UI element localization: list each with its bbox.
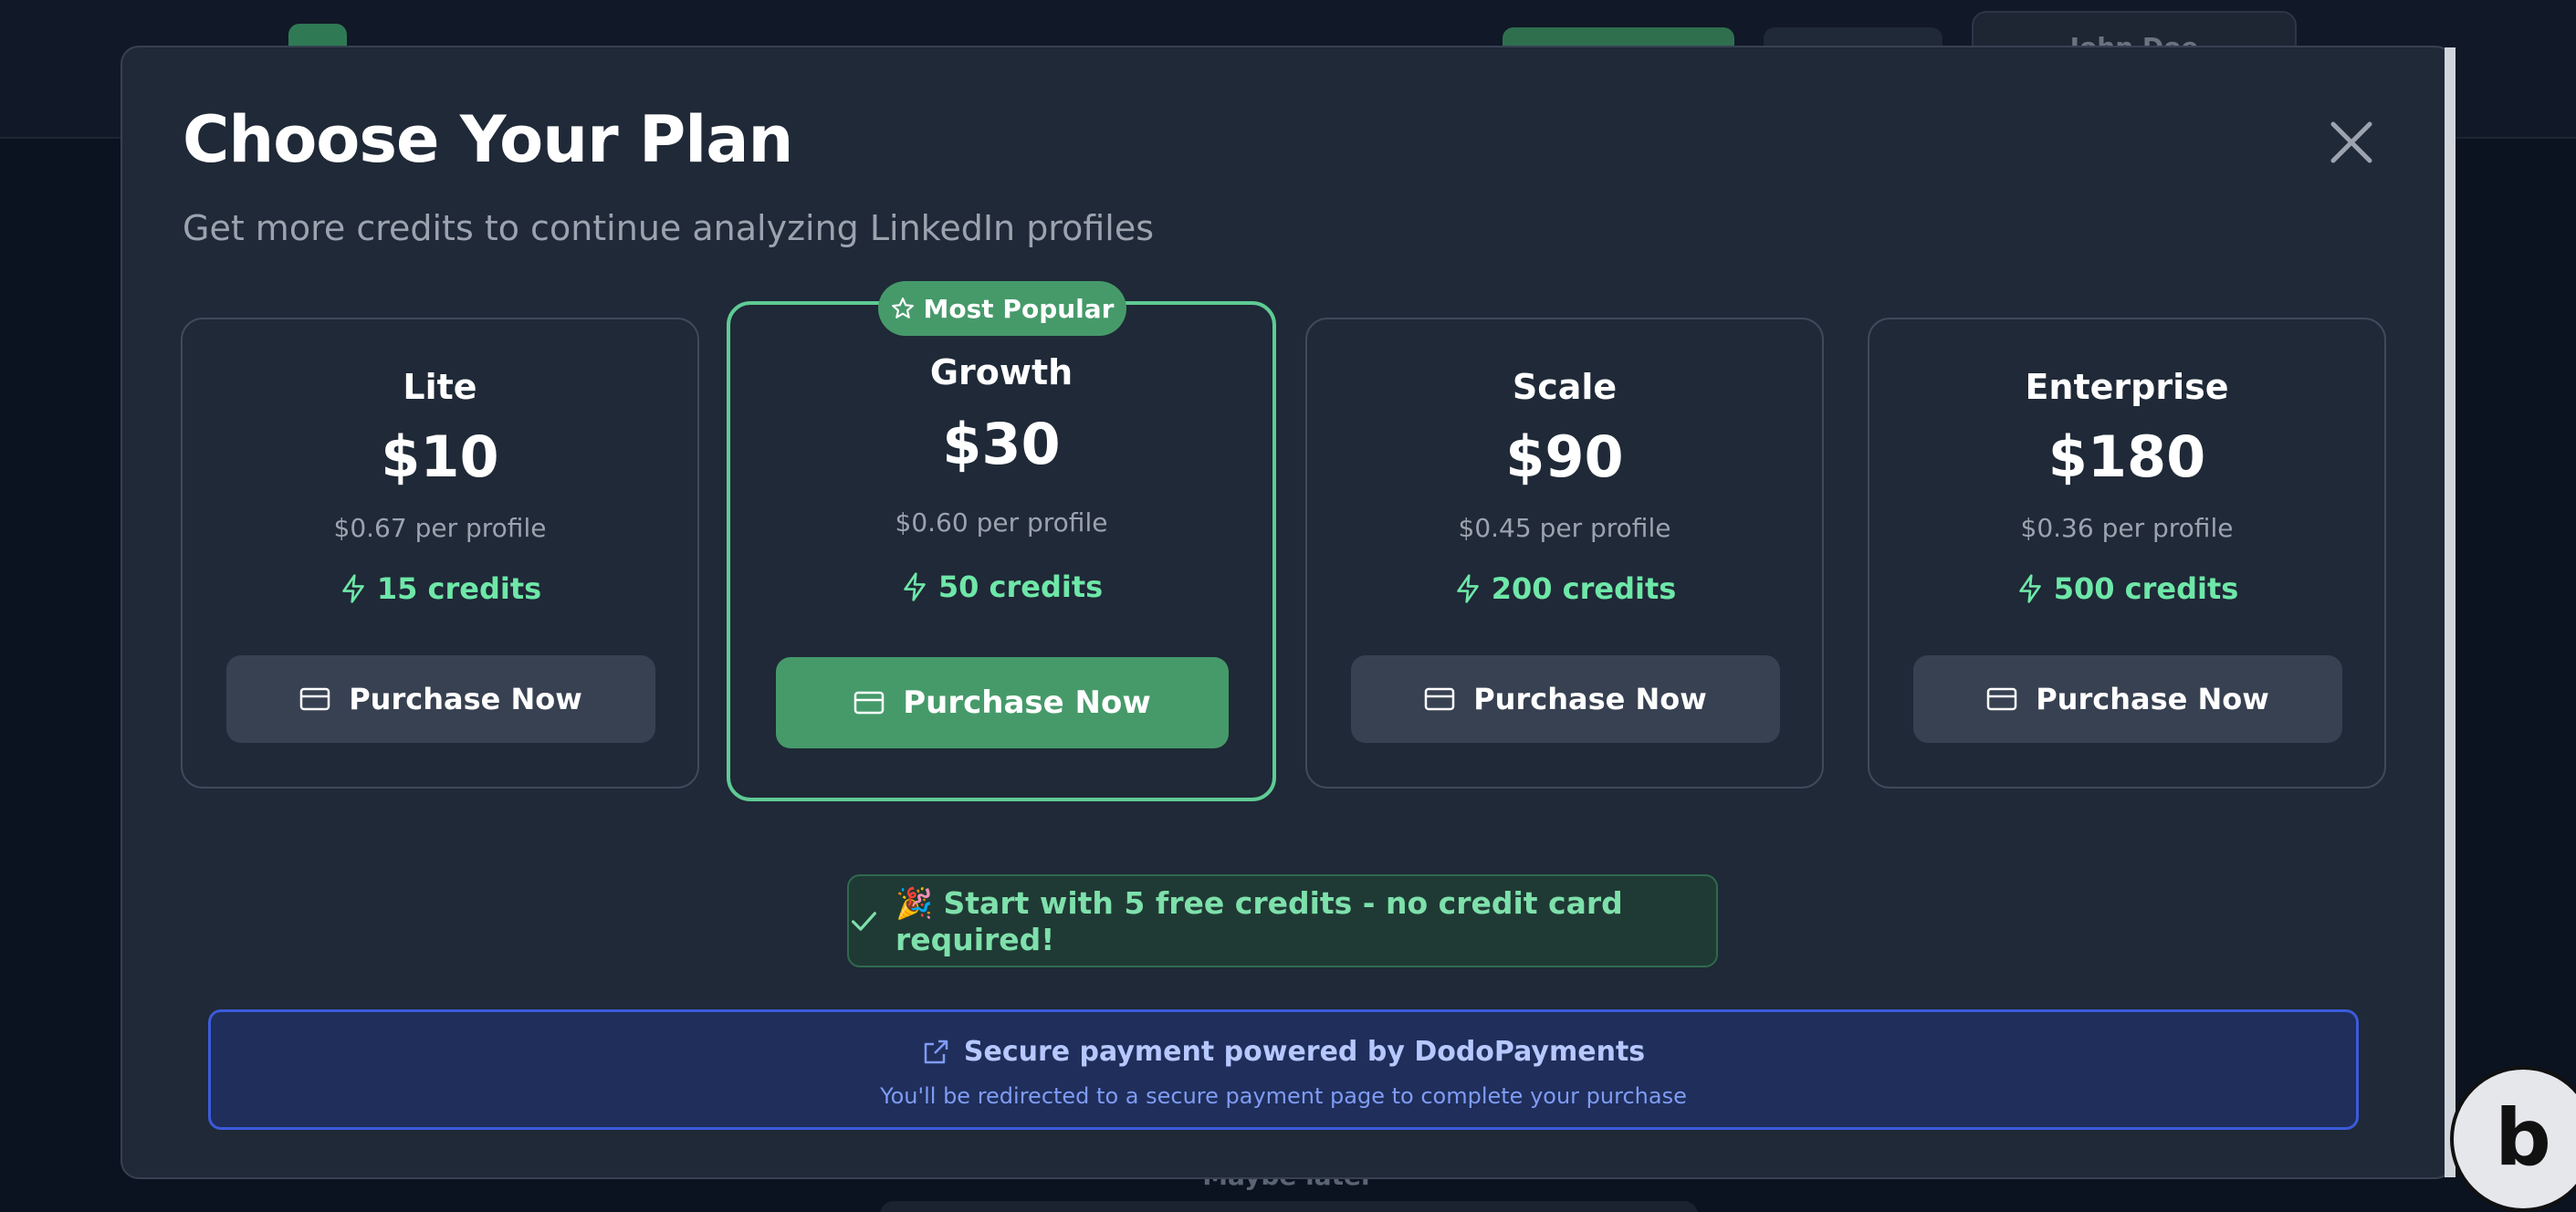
purchase-button-growth[interactable]: Purchase Now <box>776 657 1229 748</box>
plan-name: Lite <box>403 367 477 407</box>
credit-card-icon <box>1986 687 2017 711</box>
secure-payment-notice: Secure payment powered by DodoPayments Y… <box>208 1009 2359 1130</box>
plan-per-profile: $0.45 per profile <box>1458 513 1671 543</box>
plan-name: Enterprise <box>2025 367 2229 407</box>
lightning-icon <box>904 572 926 601</box>
plan-credits: 15 credits <box>183 571 697 606</box>
plan-per-profile: $0.36 per profile <box>2020 513 2234 543</box>
plan-credits: 500 credits <box>1869 571 2384 606</box>
secure-payment-title: Secure payment powered by DodoPayments <box>211 1036 2356 1068</box>
purchase-button-label: Purchase Now <box>2036 682 2269 716</box>
plan-card-lite: Lite $10 $0.67 per profile 15 credits Pu… <box>181 318 699 789</box>
modal-scrollbar[interactable] <box>2445 47 2456 1177</box>
external-link-icon <box>924 1040 948 1063</box>
plan-name: Growth <box>929 352 1073 392</box>
most-popular-badge: Most Popular <box>878 281 1126 336</box>
plan-card-enterprise: Enterprise $180 $0.36 per profile 500 cr… <box>1868 318 2386 789</box>
credit-card-icon <box>299 687 330 711</box>
credit-card-icon <box>1424 687 1455 711</box>
plan-per-profile: $0.67 per profile <box>333 513 547 543</box>
plan-price: $30 <box>942 411 1061 477</box>
plan-credits: 200 credits <box>1307 571 1822 606</box>
check-icon <box>851 912 876 931</box>
free-credits-text: 🎉 Start with 5 free credits - no credit … <box>895 884 1623 957</box>
purchase-button-lite[interactable]: Purchase Now <box>226 655 655 743</box>
most-popular-label: Most Popular <box>923 293 1115 324</box>
purchase-button-label: Purchase Now <box>349 682 582 716</box>
lightning-icon <box>2018 574 2041 603</box>
modal-subtitle: Get more credits to continue analyzing L… <box>183 208 1155 248</box>
purchase-button-label: Purchase Now <box>903 684 1151 721</box>
purchase-button-enterprise[interactable]: Purchase Now <box>1913 655 2342 743</box>
star-icon <box>891 298 914 319</box>
lightning-icon <box>342 574 364 603</box>
lightning-icon <box>1456 574 1479 603</box>
purchase-button-scale[interactable]: Purchase Now <box>1351 655 1780 743</box>
background-bottom-bar <box>880 1201 1698 1212</box>
secure-payment-title-text: Secure payment powered by DodoPayments <box>963 1036 1646 1068</box>
plan-credits-label: 50 credits <box>937 569 1104 604</box>
plan-credits-label: 200 credits <box>1491 571 1677 606</box>
plan-credits-label: 15 credits <box>376 571 542 606</box>
plan-price: $10 <box>381 423 499 490</box>
plan-price: $180 <box>2047 423 2206 490</box>
purchase-button-label: Purchase Now <box>1473 682 1707 716</box>
plan-credits-label: 500 credits <box>2053 571 2239 606</box>
plan-card-growth: Growth $30 $0.60 per profile 50 credits … <box>727 301 1276 801</box>
plan-name: Scale <box>1512 367 1618 407</box>
plan-per-profile: $0.60 per profile <box>895 507 1108 538</box>
secure-payment-subtitle: You'll be redirected to a secure payment… <box>880 1083 1687 1109</box>
plan-credits: 50 credits <box>730 569 1272 604</box>
close-button[interactable] <box>2324 115 2379 170</box>
free-credits-banner: 🎉 Start with 5 free credits - no credit … <box>847 874 1718 967</box>
modal-title: Choose Your Plan <box>183 102 793 177</box>
plan-card-scale: Scale $90 $0.45 per profile 200 credits … <box>1305 318 1824 789</box>
credit-card-icon <box>853 691 885 715</box>
close-icon <box>2330 121 2372 163</box>
plan-price: $90 <box>1505 423 1624 490</box>
